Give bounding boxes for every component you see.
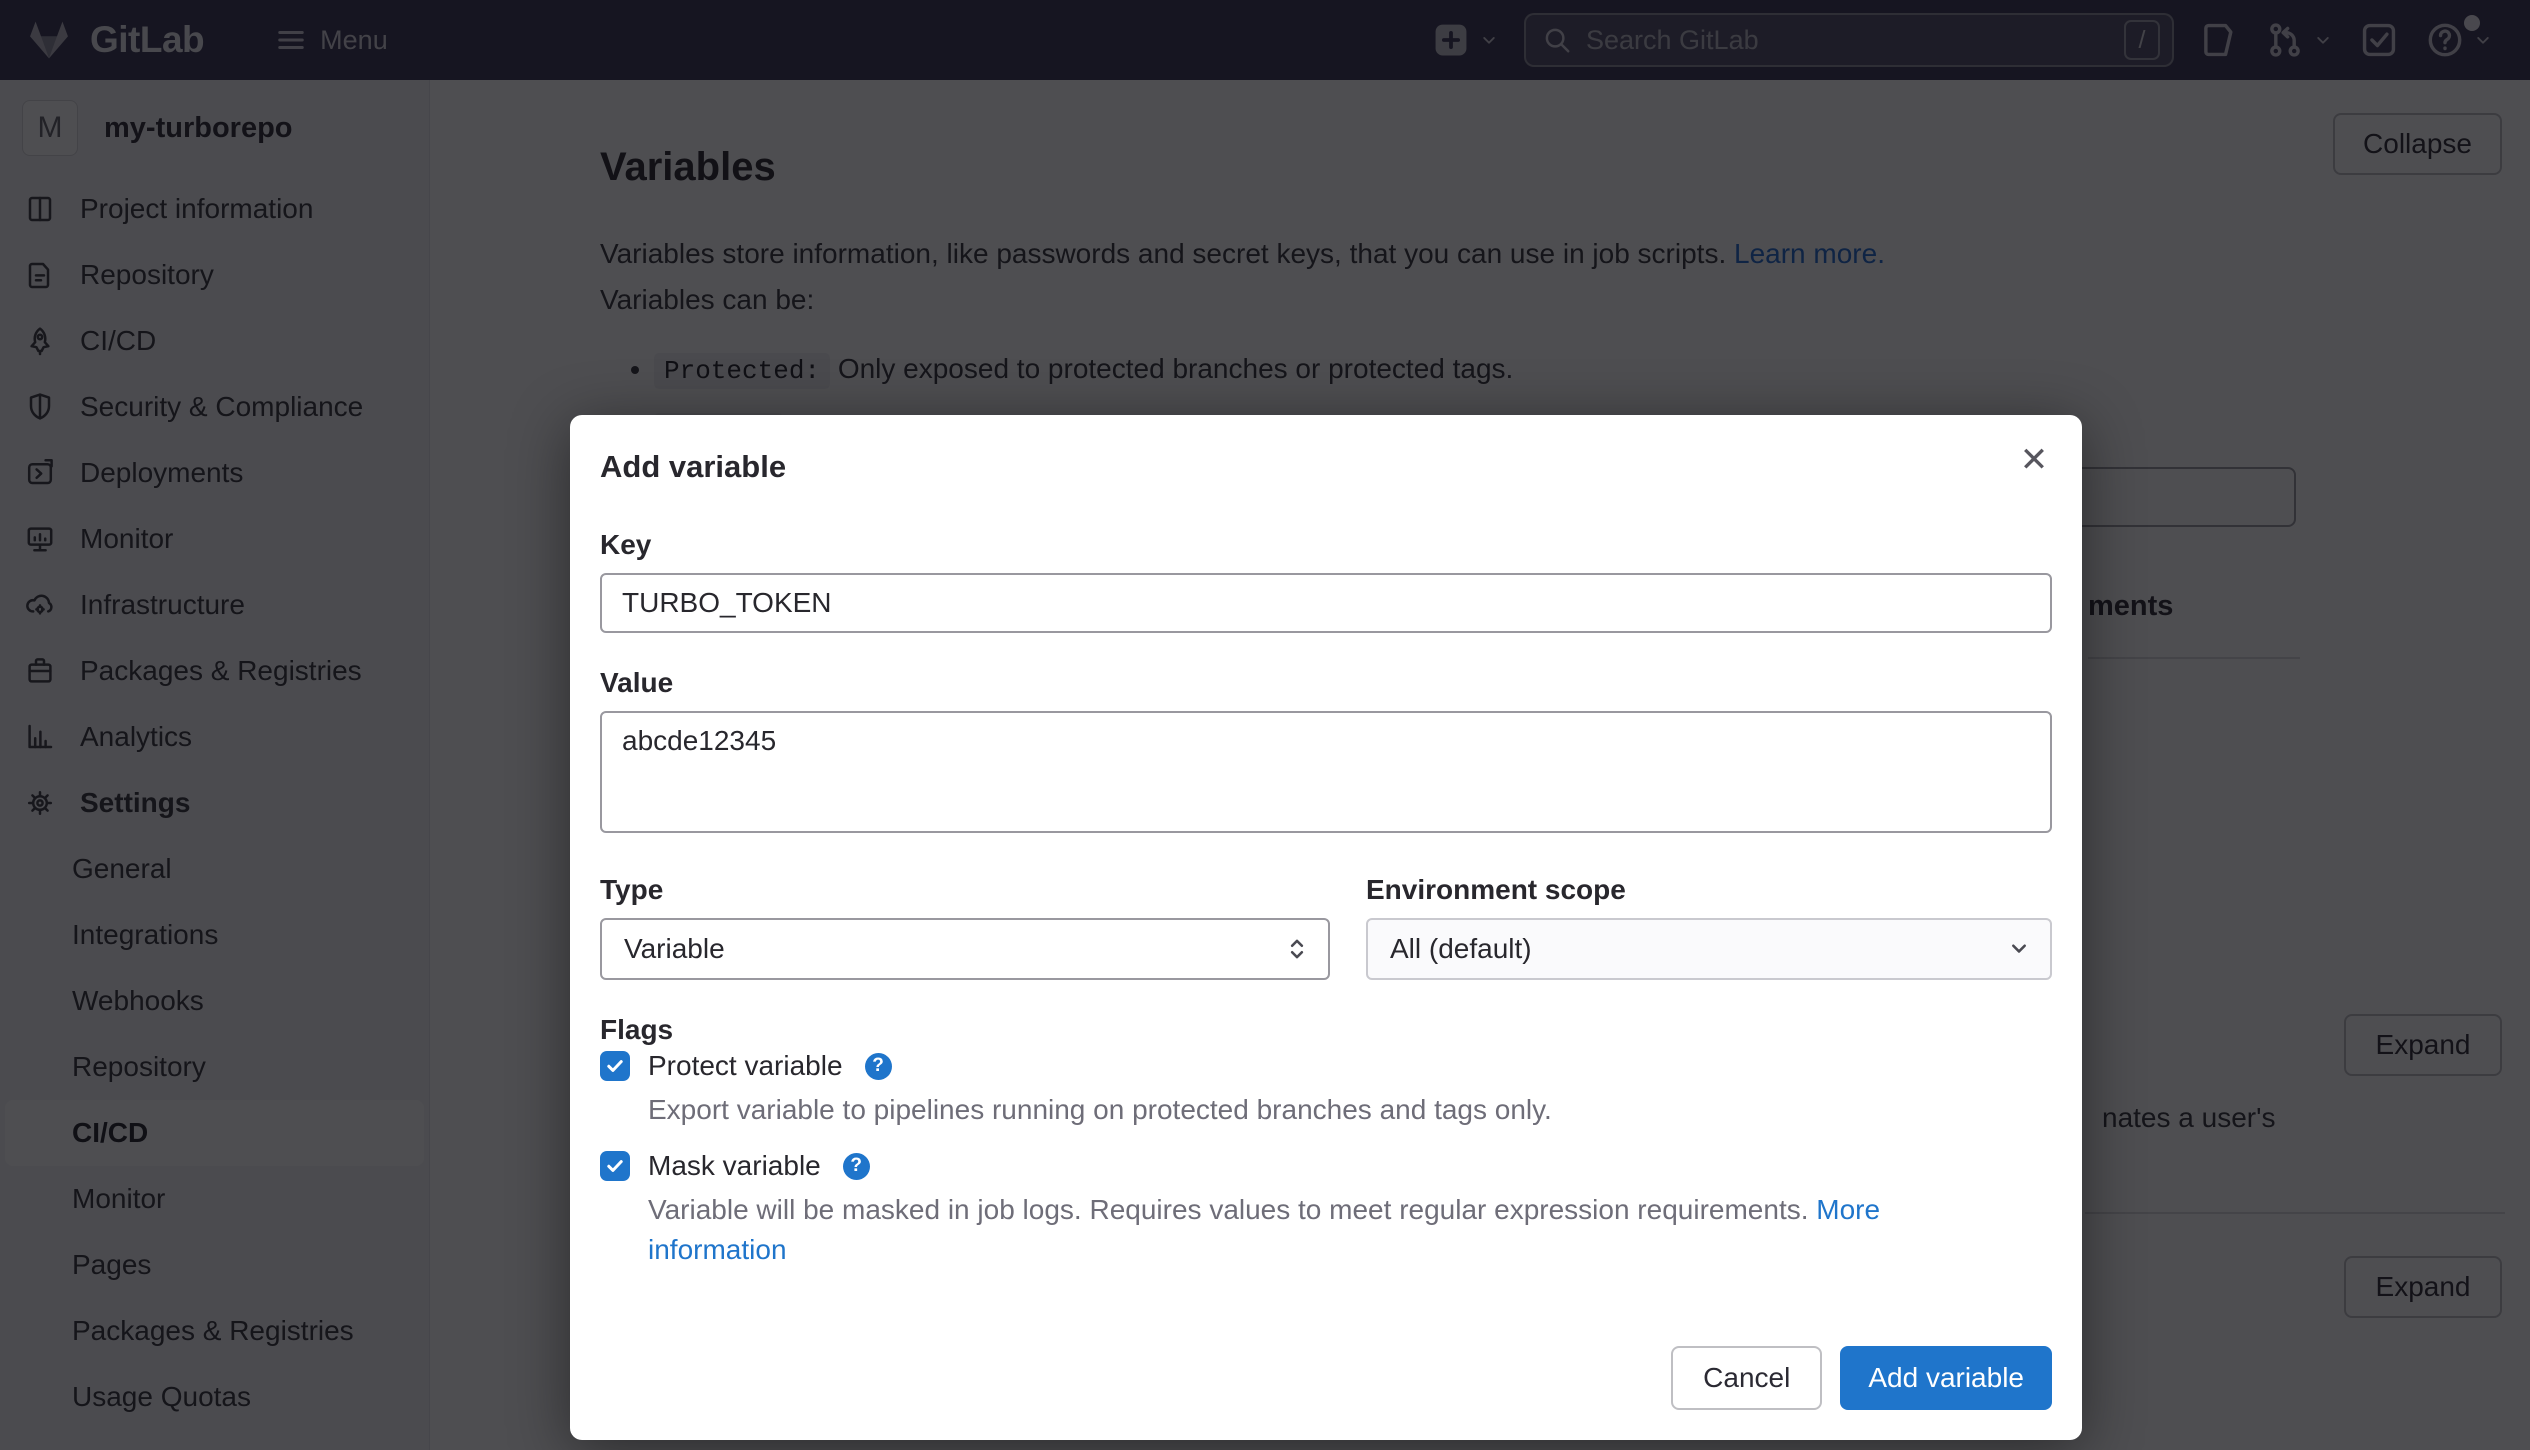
double-caret-icon: [1284, 936, 1310, 962]
checkmark-icon: [604, 1155, 626, 1177]
add-variable-modal: Add variable ✕ Key Value abcde12345 Type…: [570, 415, 2082, 1440]
protect-variable-label: Protect variable: [648, 1050, 843, 1082]
type-select-value: Variable: [624, 933, 725, 965]
protect-variable-row: Protect variable ?: [600, 1050, 2052, 1082]
environment-scope-select[interactable]: All (default): [1366, 918, 2052, 980]
environment-scope-field: Environment scope All (default): [1366, 874, 2052, 980]
environment-scope-value: All (default): [1390, 933, 1532, 965]
value-label: Value: [600, 667, 2052, 699]
type-select[interactable]: Variable: [600, 918, 1330, 980]
modal-footer: Cancel Add variable: [1671, 1346, 2052, 1410]
value-textarea[interactable]: abcde12345: [600, 711, 2052, 833]
mask-variable-row: Mask variable ?: [600, 1150, 2052, 1182]
environment-scope-label: Environment scope: [1366, 874, 2052, 906]
chevron-down-icon: [2006, 936, 2032, 962]
mask-variable-help: Variable will be masked in job logs. Req…: [648, 1190, 1978, 1270]
type-label: Type: [600, 874, 1330, 906]
protect-variable-checkbox[interactable]: [600, 1051, 630, 1081]
mask-variable-label: Mask variable: [648, 1150, 821, 1182]
protect-variable-help: Export variable to pipelines running on …: [648, 1090, 1978, 1130]
modal-title: Add variable: [600, 449, 2052, 485]
checkmark-icon: [604, 1055, 626, 1077]
help-question-icon[interactable]: ?: [843, 1153, 870, 1180]
type-field: Type Variable: [600, 874, 1330, 980]
key-input[interactable]: [600, 573, 2052, 633]
mask-variable-checkbox[interactable]: [600, 1151, 630, 1181]
flags-label: Flags: [600, 1014, 2052, 1046]
help-question-icon[interactable]: ?: [865, 1053, 892, 1080]
close-icon[interactable]: ✕: [2008, 433, 2060, 485]
key-label: Key: [600, 529, 2052, 561]
add-variable-button[interactable]: Add variable: [1840, 1346, 2052, 1410]
cancel-button[interactable]: Cancel: [1671, 1346, 1822, 1410]
